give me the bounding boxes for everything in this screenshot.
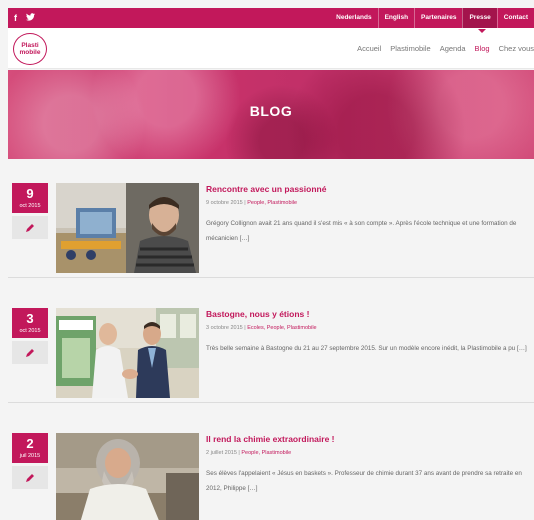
pencil-icon [26, 223, 34, 232]
site-logo[interactable]: Plasti mobile [13, 33, 47, 65]
post-date-badge: 3 oct 2015 [12, 308, 48, 338]
post-meta-separator: | [244, 200, 246, 206]
post-month: oct 2015 [19, 203, 41, 209]
post-format-button[interactable] [12, 341, 48, 364]
page-title: BLOG [249, 103, 293, 119]
post-excerpt: Très belle semaine à Bastogne du 21 au 2… [206, 345, 527, 352]
post-thumbnail[interactable] [56, 183, 199, 273]
top-link-english[interactable]: English [377, 8, 414, 28]
post-date: 9 octobre 2015 [206, 200, 243, 206]
blog-post: 3 oct 2015 Bastogne, nous y étions ! 3 o [8, 308, 534, 403]
post-excerpt: Ses élèves l'appelaient « Jésus en baske… [206, 470, 522, 492]
pencil-icon [26, 473, 34, 482]
nav-item-blog[interactable]: Blog [475, 29, 490, 53]
top-bar: f Nederlands English Partenaires Presse … [8, 8, 534, 28]
pencil-icon [26, 348, 34, 357]
post-meta-separator: | [244, 325, 246, 331]
post-meta-separator: | [238, 450, 240, 456]
nav-item-chez-vous[interactable]: Chez vous [499, 44, 534, 53]
post-meta: 3 octobre 2015 | Ecoles, People, Plastim… [206, 325, 317, 331]
post-meta: 9 octobre 2015 | People, Plastimobile [206, 200, 297, 206]
hero-banner: BLOG [8, 70, 534, 159]
post-format-button[interactable] [12, 216, 48, 239]
twitter-icon[interactable] [26, 8, 35, 28]
post-date: 2 juillet 2015 [206, 450, 237, 456]
site-header: Plasti mobile Accueil Plastimobile Agend… [8, 28, 534, 69]
top-link-presse[interactable]: Presse [462, 8, 497, 28]
post-date: 3 octobre 2015 [206, 325, 243, 331]
post-excerpt: Grégory Collignon avait 21 ans quand il … [206, 220, 517, 242]
logo-line-2: mobile [19, 49, 41, 56]
post-day: 9 [26, 186, 34, 201]
main-nav: Accueil Plastimobile Agenda Blog Chez vo… [357, 28, 534, 69]
top-links: Nederlands English Partenaires Presse Co… [330, 8, 534, 28]
logo-line-1: Plasti [21, 42, 39, 49]
post-title[interactable]: Bastogne, nous y étions ! [206, 309, 309, 319]
post-title[interactable]: Il rend la chimie extraordinaire ! [206, 434, 335, 444]
nav-item-plastimobile[interactable]: Plastimobile [390, 44, 430, 53]
facebook-icon[interactable]: f [14, 8, 17, 28]
post-image-handshake [56, 308, 199, 398]
post-categories[interactable]: People, Plastimobile [247, 200, 297, 206]
post-meta: 2 juillet 2015 | People, Plastimobile [206, 450, 291, 456]
post-divider [8, 402, 534, 403]
nav-item-accueil[interactable]: Accueil [357, 44, 381, 53]
post-date-badge: 9 oct 2015 [12, 183, 48, 213]
post-thumbnail[interactable] [56, 308, 199, 398]
post-date-badge: 2 juil 2015 [12, 433, 48, 463]
top-link-partenaires[interactable]: Partenaires [414, 8, 462, 28]
post-thumbnail[interactable] [56, 433, 199, 520]
post-categories[interactable]: People, Plastimobile [241, 450, 291, 456]
post-image-workshop [56, 183, 199, 273]
social-links: f [8, 8, 35, 28]
nav-item-agenda[interactable]: Agenda [440, 44, 466, 53]
post-title[interactable]: Rencontre avec un passionné [206, 184, 326, 194]
blog-post: 2 juil 2015 Il rend la chimie extraordin… [8, 433, 534, 520]
top-link-contact[interactable]: Contact [496, 8, 534, 28]
post-image-chemist [56, 433, 199, 520]
post-categories[interactable]: Ecoles, People, Plastimobile [247, 325, 316, 331]
post-month: oct 2015 [19, 328, 41, 334]
post-divider [8, 277, 534, 278]
post-day: 3 [26, 311, 34, 326]
post-format-button[interactable] [12, 466, 48, 489]
blog-post: 9 oct 2015 Rencontre avec un passionné 9… [8, 183, 534, 278]
post-day: 2 [26, 436, 34, 451]
post-month: juil 2015 [19, 453, 41, 459]
top-link-nederlands[interactable]: Nederlands [330, 8, 377, 28]
